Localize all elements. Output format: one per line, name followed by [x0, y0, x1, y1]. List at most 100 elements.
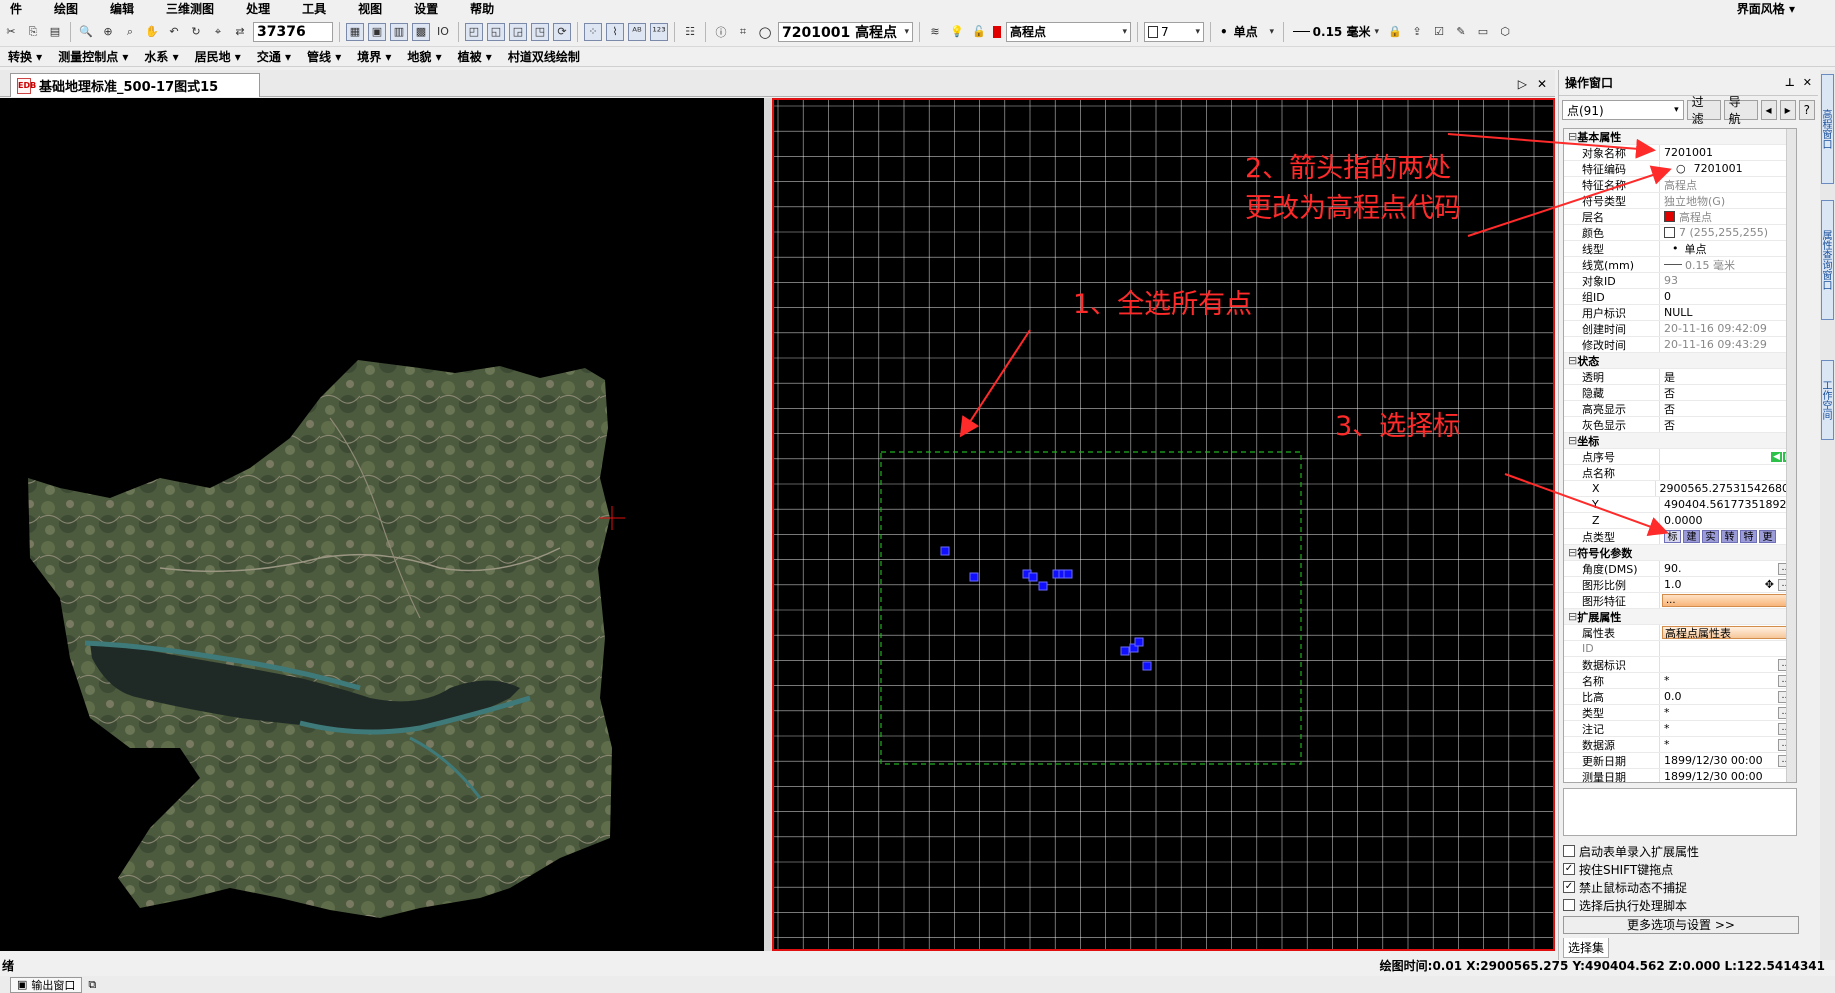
arrow-left-icon[interactable]: ◀: [1771, 451, 1783, 462]
locate-icon[interactable]: ⌖: [209, 23, 227, 41]
object-selector[interactable]: 点(91) ▾: [1562, 100, 1684, 120]
paste-icon[interactable]: ▤: [46, 23, 64, 41]
prop-point-type[interactable]: 点类型 标 建 实 转 特 更: [1564, 529, 1796, 545]
menu-settings[interactable]: 设置: [404, 0, 460, 17]
attribute-table-value[interactable]: 高程点属性表: [1662, 626, 1794, 640]
prop-attribute-table[interactable]: 属性表 高程点属性表: [1564, 625, 1796, 641]
close-icon[interactable]: ✕: [1803, 76, 1812, 89]
vector-view[interactable]: [772, 98, 1555, 951]
check-run-script[interactable]: 选择后执行处理脚本: [1563, 896, 1803, 914]
prop-line-type[interactable]: 线型•单点▾: [1564, 241, 1796, 257]
feature-code-combo[interactable]: 7201001 高程点 ▾: [778, 21, 913, 42]
snap-text-icon[interactable]: ᴬᴮ: [628, 22, 646, 41]
group-symbol[interactable]: 符号化参数: [1564, 545, 1796, 561]
group-basic[interactable]: 基本属性: [1564, 129, 1796, 145]
prop-point-seq[interactable]: 点序号◀▶: [1564, 449, 1796, 465]
prop-feature-code[interactable]: 特征编码○7201001▾: [1564, 161, 1796, 177]
elevation-point[interactable]: [969, 572, 979, 582]
prop-relative-height[interactable]: 比高0.0…: [1564, 689, 1796, 705]
menu-control-points[interactable]: 测量控制点 ▾: [50, 48, 136, 65]
point-type-real-button[interactable]: 实: [1702, 530, 1719, 543]
cube-icon[interactable]: ⬡: [1496, 23, 1514, 41]
menu-tools[interactable]: 工具: [292, 0, 348, 17]
filter-button[interactable]: 过滤: [1686, 95, 1721, 126]
prop-angle[interactable]: 角度(DMS)90.…: [1564, 561, 1796, 577]
cut-icon[interactable]: ✂: [2, 23, 20, 41]
menu-boundary[interactable]: 境界 ▾: [349, 48, 399, 65]
elevation-point[interactable]: [1142, 661, 1152, 671]
menu-3d-mapping[interactable]: 三维测图: [156, 0, 236, 17]
document-tab[interactable]: EDB 基础地理标准_500-17图式15: [10, 73, 260, 97]
more-options-button[interactable]: 更多选项与设置 >>: [1563, 916, 1799, 934]
elevation-point[interactable]: [1028, 572, 1038, 582]
menu-landform[interactable]: 地貌 ▾: [399, 48, 449, 65]
image-rotate-icon[interactable]: ⟳: [553, 22, 571, 41]
image-edit-icon[interactable]: ◱: [487, 22, 505, 41]
checkbox[interactable]: [1563, 845, 1575, 857]
layers-icon[interactable]: ≋: [926, 23, 944, 41]
image-view[interactable]: [0, 98, 764, 951]
snap-point-icon[interactable]: ⁘: [584, 22, 602, 41]
menu-hydrology[interactable]: 水系 ▾: [136, 48, 186, 65]
group-coords[interactable]: 坐标: [1564, 433, 1796, 449]
property-grid-scrollbar[interactable]: [1786, 129, 1796, 782]
prop-graphic-scale[interactable]: 图形比例1.0✥…: [1564, 577, 1796, 593]
prop-group-id[interactable]: 组ID 0: [1564, 289, 1796, 305]
grid-view-icon[interactable]: ▦: [346, 22, 364, 41]
prop-point-name[interactable]: 点名称: [1564, 465, 1796, 481]
group-extended[interactable]: 扩展属性: [1564, 609, 1796, 625]
lock-layer-icon[interactable]: 🔒: [1386, 23, 1404, 41]
prop-y[interactable]: Y 490404.561773518920: [1564, 497, 1796, 513]
close-icon[interactable]: ✕: [1537, 77, 1547, 91]
elevation-point[interactable]: [1038, 581, 1048, 591]
info-icon[interactable]: ⓘ: [712, 23, 730, 41]
prop-hidden[interactable]: 隐藏否▾: [1564, 385, 1796, 401]
side-tab-elevation[interactable]: 高程窗口: [1820, 74, 1834, 184]
menu-draw[interactable]: 绘图: [44, 0, 100, 17]
zoom-window-icon[interactable]: ⌕: [121, 23, 139, 41]
check-shift-drag[interactable]: ✓ 按住SHIFT键拖点: [1563, 860, 1803, 878]
monitor-icon[interactable]: ▭: [1474, 23, 1492, 41]
point-type-feature-button[interactable]: 特: [1740, 530, 1757, 543]
elevation-point[interactable]: [1120, 646, 1130, 656]
layout-view-icon[interactable]: ▩: [412, 22, 430, 41]
image-tool-icon[interactable]: ◰: [465, 22, 483, 41]
prop-z[interactable]: Z 0.0000: [1564, 513, 1796, 529]
prop-note[interactable]: 注记*…: [1564, 721, 1796, 737]
elevation-point[interactable]: [940, 546, 950, 556]
checkbox[interactable]: [1563, 899, 1575, 911]
elevation-point[interactable]: [1063, 569, 1073, 579]
line-type-combo[interactable]: • 单点 ▾: [1217, 22, 1277, 42]
prop-name[interactable]: 名称*…: [1564, 673, 1796, 689]
lightbulb-icon[interactable]: 💡: [948, 23, 966, 41]
prop-update-date[interactable]: 更新日期1899/12/30 00:00…: [1564, 753, 1796, 769]
layer-manager-icon[interactable]: ☷: [681, 23, 699, 41]
color-combo[interactable]: 7 ▾: [1144, 21, 1204, 42]
prev-icon[interactable]: ◂: [1760, 100, 1777, 120]
navigate-button[interactable]: 导航: [1723, 95, 1758, 126]
menu-convert[interactable]: 转换 ▾: [0, 48, 50, 65]
tab-selection-set[interactable]: 选择集: [1563, 938, 1609, 958]
menu-edit[interactable]: 编辑: [100, 0, 156, 17]
checkbox-checked[interactable]: ✓: [1563, 881, 1575, 893]
menu-view[interactable]: 视图: [348, 0, 404, 17]
number-icon[interactable]: ¹²³: [650, 22, 668, 41]
tab-scroll-right-icon[interactable]: ▷: [1518, 77, 1527, 91]
menu-vegetation[interactable]: 植被 ▾: [450, 48, 500, 65]
next-icon[interactable]: ▸: [1779, 100, 1796, 120]
tab-output-window[interactable]: ▣ 输出窗口: [10, 976, 83, 993]
prop-graphic-feature[interactable]: 图形特征...: [1564, 593, 1796, 609]
refresh-view-icon[interactable]: ↻: [187, 23, 205, 41]
group-status[interactable]: 状态: [1564, 353, 1796, 369]
prop-highlight[interactable]: 高亮显示否▾: [1564, 401, 1796, 417]
side-tab-attribute-query[interactable]: 属性查询窗口: [1820, 200, 1834, 320]
point-type-build-button[interactable]: 建: [1683, 530, 1700, 543]
menu-village-road[interactable]: 村道双线绘制: [500, 48, 588, 65]
view-splitter[interactable]: [764, 98, 772, 951]
help-icon[interactable]: ?: [1798, 100, 1815, 120]
prop-user-id[interactable]: 用户标识 NULL: [1564, 305, 1796, 321]
prop-survey-date[interactable]: 测量日期 1899/12/30 00:00: [1564, 769, 1796, 782]
elevation-point[interactable]: [1134, 637, 1144, 647]
prop-data-source[interactable]: 数据源*…: [1564, 737, 1796, 753]
prop-transparent[interactable]: 透明是▾: [1564, 369, 1796, 385]
